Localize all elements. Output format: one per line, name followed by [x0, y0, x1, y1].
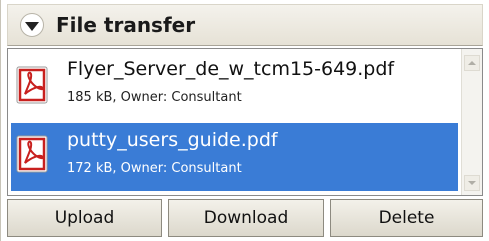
file-meta: 185 kB, Owner: Consultant	[67, 90, 242, 105]
chevron-down-icon[interactable]	[20, 13, 44, 37]
file-list-item-selected[interactable]: putty_users_guide.pdf 172 kB, Owner: Con…	[11, 123, 458, 191]
collapse-triangle	[25, 22, 39, 31]
file-transfer-panel: File transfer Flyer_Server_de_w_tcm15-64…	[0, 0, 489, 241]
scroll-up-arrow-icon[interactable]	[464, 55, 480, 71]
download-button[interactable]: Download	[168, 199, 324, 237]
delete-button[interactable]: Delete	[330, 199, 483, 237]
upload-button[interactable]: Upload	[7, 199, 162, 237]
file-list-item[interactable]: Flyer_Server_de_w_tcm15-649.pdf 185 kB, …	[11, 52, 458, 116]
panel-header[interactable]: File transfer	[7, 4, 483, 46]
panel-title: File transfer	[56, 13, 196, 37]
pdf-file-icon	[16, 66, 48, 104]
pdf-file-icon	[16, 135, 48, 173]
file-name: putty_users_guide.pdf	[67, 129, 278, 151]
scroll-down-arrow-icon[interactable]	[464, 175, 480, 191]
vertical-scrollbar[interactable]	[461, 49, 482, 195]
file-meta: 172 kB, Owner: Consultant	[67, 161, 242, 176]
file-name: Flyer_Server_de_w_tcm15-649.pdf	[67, 58, 395, 80]
action-bar: Upload Download Delete	[7, 199, 483, 237]
file-list[interactable]: Flyer_Server_de_w_tcm15-649.pdf 185 kB, …	[7, 48, 483, 196]
